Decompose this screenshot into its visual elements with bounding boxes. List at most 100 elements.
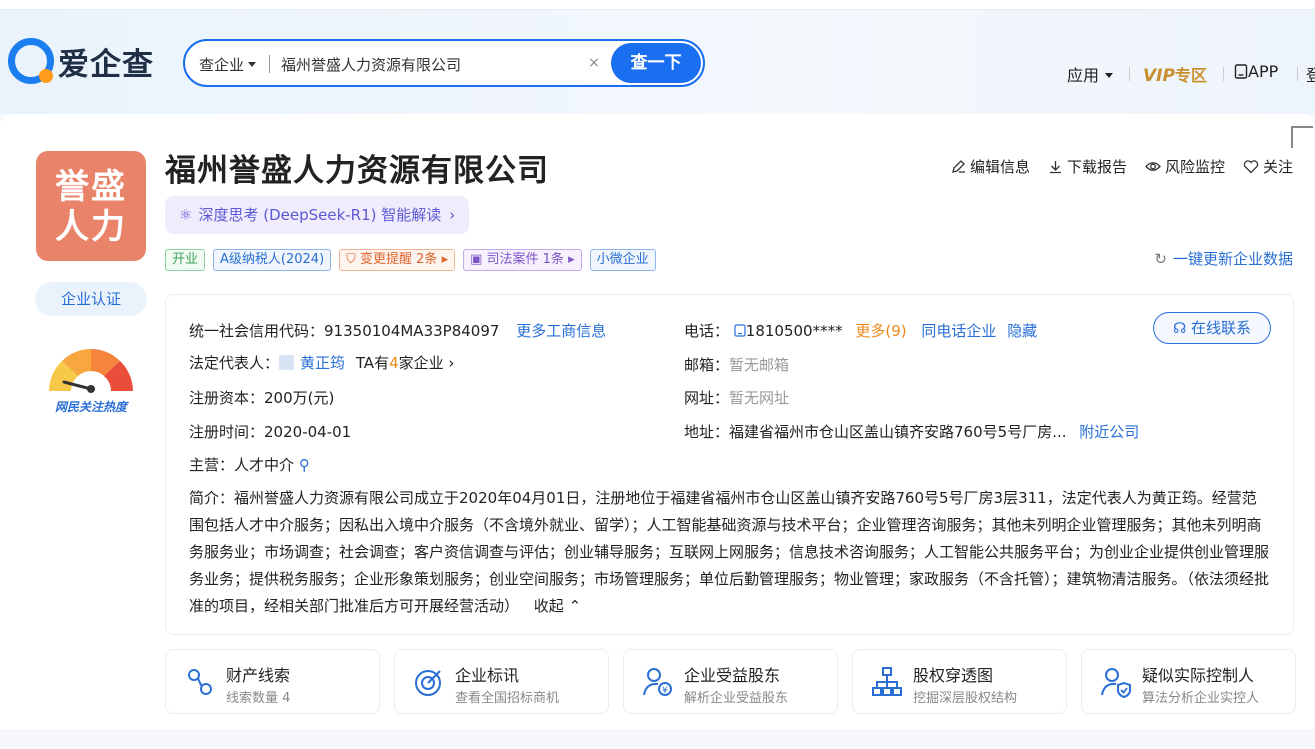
reg-date-label: 注册时间：: [189, 423, 265, 441]
main-business-row: 主营：人才中介 ⚲: [189, 454, 310, 475]
feature-card-beneficiary[interactable]: ¥ 企业受益股东 解析企业受益股东: [623, 649, 838, 714]
headset-icon: ☊: [1172, 319, 1192, 337]
legal-rep-row: 法定代表人： 黄正筠 TA有4家企业 ›: [189, 352, 454, 373]
legal-rep-label: 法定代表人：: [189, 354, 280, 372]
heat-label: 网民关注热度: [54, 400, 127, 414]
feature-card-controller[interactable]: 疑似实际控制人 算法分析企业实控人: [1081, 649, 1296, 714]
collapse-label: 收起: [533, 597, 564, 615]
site-header: 爱企查 查企业 × 查一下 应用 VIP专区 APP 登: [0, 10, 1315, 114]
refresh-icon: ↻: [1154, 250, 1167, 268]
search-button[interactable]: 查一下: [611, 43, 701, 83]
same-phone-link[interactable]: 同电话企业: [921, 322, 996, 340]
more-business-info-link[interactable]: 更多工商信息: [516, 322, 606, 340]
hide-phone-link[interactable]: 隐藏: [1007, 322, 1037, 340]
pencil-icon: [952, 160, 965, 173]
website-value: 暂无网址: [729, 389, 790, 407]
feature-title: 企业标讯: [455, 666, 520, 685]
tag-change-alert[interactable]: ⛉ 变更提醒 2条 ▸: [339, 249, 456, 271]
risk-monitor-button[interactable]: 风险监控: [1145, 156, 1225, 177]
company-logo: 誉盛 人力: [36, 151, 146, 261]
download-icon: [1049, 161, 1061, 174]
refresh-data-button[interactable]: ↻ 一键更新企业数据: [1154, 248, 1293, 269]
search-bar: 查企业 × 查一下: [183, 39, 705, 87]
risk-monitor-label: 风险监控: [1164, 158, 1225, 176]
company-logo-line2: 人力: [55, 207, 127, 247]
phone-icon: [734, 324, 746, 337]
site-logo[interactable]: 爱企查: [8, 38, 154, 84]
search-divider: [269, 55, 270, 73]
qr-code-icon[interactable]: [1291, 126, 1313, 148]
credit-code-row: 统一社会信用代码：91350104MA33P84097 更多工商信息: [189, 320, 606, 341]
credit-code-label: 统一社会信用代码：: [189, 322, 325, 340]
feature-subtitle: 挖掘深层股权结构: [913, 691, 1018, 706]
email-label: 邮箱：: [684, 356, 730, 374]
tag-judicial[interactable]: ▣ 司法案件 1条 ▸: [463, 249, 582, 271]
feature-card-property-clue[interactable]: 财产线索 线索数量 4: [165, 649, 380, 714]
clear-icon[interactable]: ×: [585, 54, 603, 72]
nav-apps-label: 应用: [1067, 66, 1100, 85]
edit-info-button[interactable]: 编辑信息: [951, 156, 1030, 177]
feature-subtitle: 查看全国招标商机: [455, 691, 560, 706]
chevron-right-icon: ›: [443, 354, 455, 372]
main-business-value: 人才中介: [234, 456, 295, 474]
search-input[interactable]: [281, 51, 581, 77]
eye-icon: [1145, 162, 1161, 171]
tag-open: 开业: [165, 249, 206, 271]
phone-icon: [1234, 64, 1248, 79]
reg-date-value: 2020-04-01: [264, 423, 352, 441]
chevron-up-icon: ⌃: [563, 597, 582, 615]
feature-subtitle: 算法分析企业实控人: [1142, 691, 1260, 706]
address-row: 地址：福建省福州市仓山区盖山镇齐安路760号5号厂房... 附近公司: [684, 421, 1139, 442]
download-report-button[interactable]: 下载报告: [1048, 156, 1127, 177]
ai-insight-label: 深度思考 (DeepSeek-R1) 智能解读: [198, 206, 442, 224]
company-actions: 编辑信息 下载报告 风险监控 关注: [951, 156, 1293, 177]
ta-suffix: 家企业: [398, 354, 444, 372]
nav-vip-zone[interactable]: VIP专区: [1143, 62, 1207, 86]
nav-app-download[interactable]: APP: [1234, 62, 1278, 81]
feature-card-bid[interactable]: 企业标讯 查看全国招标商机: [394, 649, 609, 714]
top-strip: [0, 0, 1315, 10]
ta-prefix: TA有: [355, 354, 390, 372]
certification-button[interactable]: 企业认证: [35, 282, 147, 316]
vip-label: VIP: [1143, 66, 1175, 86]
address-label: 地址：: [684, 423, 730, 441]
follow-button[interactable]: 关注: [1243, 156, 1293, 177]
legal-rep-companies[interactable]: TA有4家企业 ›: [356, 354, 455, 372]
atom-icon: ⚛: [179, 206, 193, 224]
feature-card-equity[interactable]: 股权穿透图 挖掘深层股权结构: [852, 649, 1067, 714]
search-type-dropdown[interactable]: 查企业: [199, 54, 257, 75]
nearby-companies-link[interactable]: 附近公司: [1079, 423, 1139, 441]
vip-zone-label: 专区: [1174, 66, 1207, 85]
nav-apps[interactable]: 应用: [1067, 62, 1114, 86]
triangle-right-icon: ▸: [437, 252, 449, 267]
feature-title: 财产线索: [226, 666, 291, 685]
heat-gauge-icon: [49, 349, 133, 393]
search-icon[interactable]: ⚲: [299, 456, 310, 474]
collapse-button[interactable]: 收起 ⌃: [534, 597, 581, 615]
legal-rep-name-link[interactable]: 黄正筠: [300, 354, 345, 372]
desc-label: 简介：: [189, 489, 235, 507]
capital-row: 注册资本：200万(元): [189, 387, 334, 408]
credit-code-value: 91350104MA33P84097: [324, 322, 500, 340]
company-info-panel: 统一社会信用代码：91350104MA33P84097 更多工商信息 法定代表人…: [165, 294, 1294, 635]
feature-title: 股权穿透图: [913, 666, 994, 685]
capital-label: 注册资本：: [189, 389, 265, 407]
tag-taxpayer[interactable]: A级纳税人(2024): [213, 249, 332, 271]
tag-change-label: 变更提醒 2条: [360, 252, 438, 267]
feature-title: 疑似实际控制人: [1142, 666, 1255, 685]
ai-insight-button[interactable]: ⚛ 深度思考 (DeepSeek-R1) 智能解读 ›: [165, 196, 470, 234]
online-contact-button[interactable]: ☊ 在线联系: [1153, 312, 1271, 344]
refresh-label: 一键更新企业数据: [1172, 250, 1293, 268]
feature-title: 企业受益股东: [684, 666, 781, 685]
email-value: 暂无邮箱: [729, 356, 790, 374]
reg-date-row: 注册时间：2020-04-01: [189, 421, 351, 442]
phone-more-link[interactable]: 更多(9): [855, 322, 906, 340]
nav-login[interactable]: 登: [1306, 62, 1315, 86]
book-icon: ▣: [470, 252, 487, 267]
phone-label: 电话：: [684, 322, 730, 340]
address-value: 福建省福州市仓山区盖山镇齐安路760号5号厂房...: [729, 423, 1067, 441]
phone-row: 电话： 1810500**** 更多(9) 同电话企业 隐藏: [684, 320, 1037, 341]
download-report-label: 下载报告: [1066, 158, 1127, 176]
beneficiary-icon: ¥: [643, 668, 672, 696]
main-business-label: 主营：: [189, 456, 235, 474]
